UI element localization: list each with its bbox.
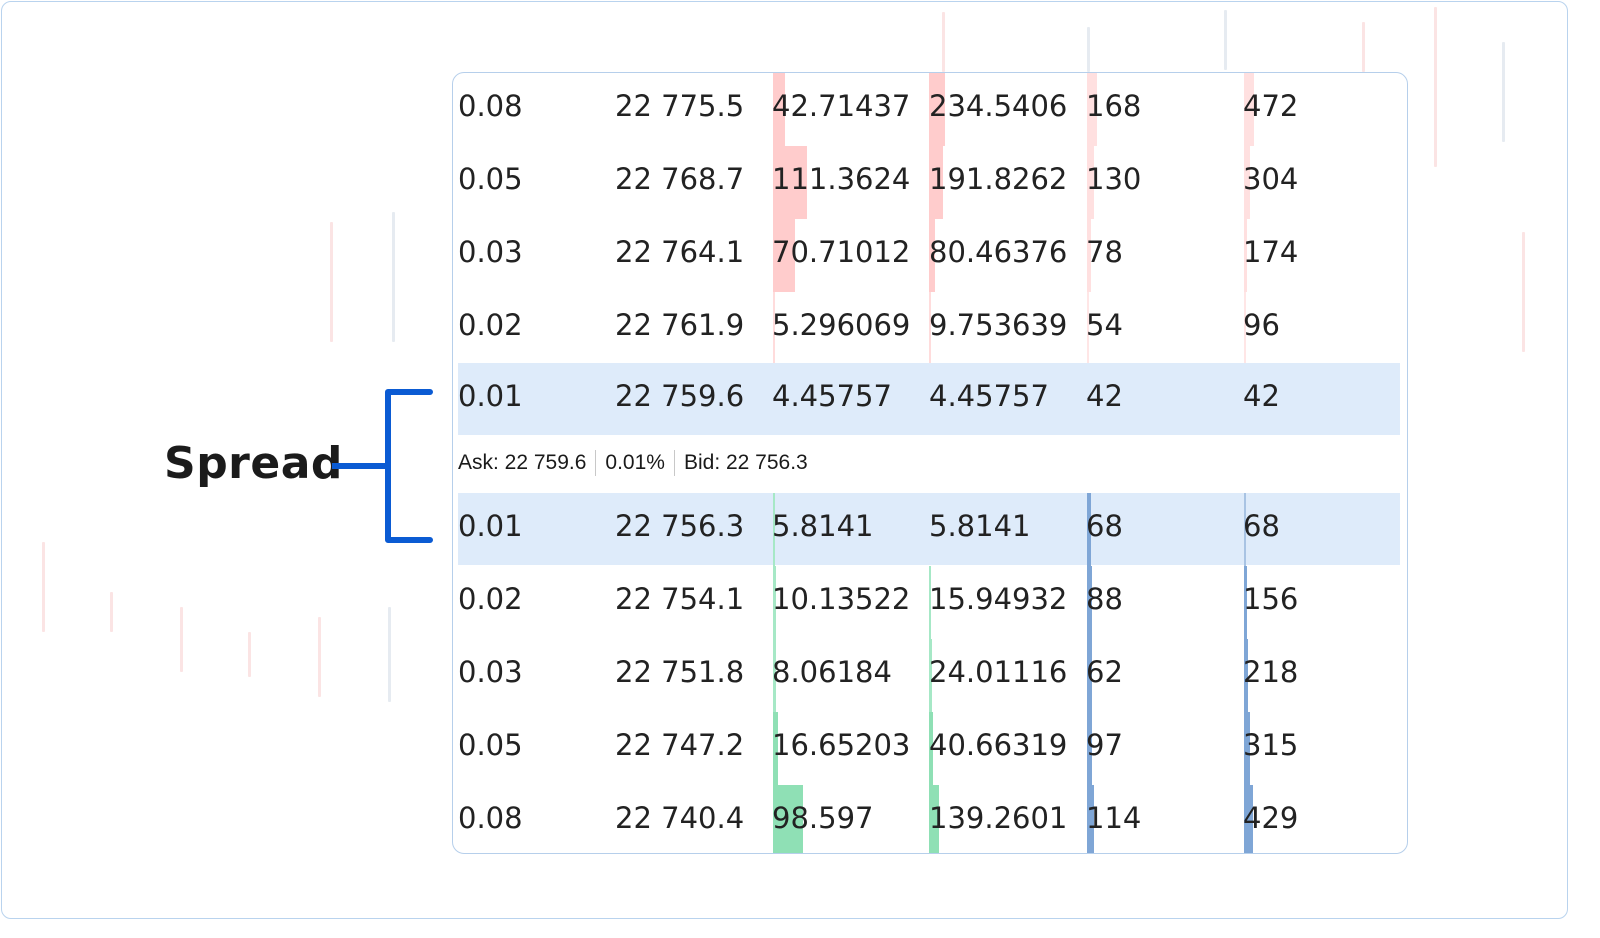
cell-spread-pct: 0.03 <box>458 655 523 689</box>
cell-total: 191.8262 <box>929 162 1068 196</box>
cell-total-count: 174 <box>1243 235 1299 269</box>
divider <box>673 450 675 476</box>
cell-total: 139.2601 <box>929 801 1068 835</box>
cell-count: 68 <box>1086 509 1123 543</box>
cell-count: 97 <box>1086 728 1123 762</box>
cell-spread-pct: 0.02 <box>458 582 523 616</box>
cell-total: 234.5406 <box>929 89 1068 123</box>
cell-spread-pct: 0.08 <box>458 89 523 123</box>
order-book-row-ask[interactable]: 0.08 22 775.5 42.71437 234.5406 168 472 <box>458 73 1400 146</box>
cell-size: 5.8141 <box>772 509 874 543</box>
cell-count: 42 <box>1086 379 1123 413</box>
cell-price: 22 756.3 <box>615 509 745 543</box>
cell-total-count: 96 <box>1243 308 1280 342</box>
order-book-row-ask[interactable]: 0.03 22 764.1 70.71012 80.46376 78 174 <box>458 219 1400 292</box>
cell-price: 22 761.9 <box>615 308 745 342</box>
cell-spread-pct: 0.05 <box>458 162 523 196</box>
cell-total: 9.753639 <box>929 308 1068 342</box>
order-book-row-ask[interactable]: 0.02 22 761.9 5.296069 9.753639 54 96 <box>458 292 1400 365</box>
cell-total-count: 315 <box>1243 728 1299 762</box>
order-book-row-best-ask[interactable]: 0.01 22 759.6 4.45757 4.45757 42 42 <box>458 363 1400 435</box>
cell-total: 40.66319 <box>929 728 1068 762</box>
cell-size: 111.3624 <box>772 162 911 196</box>
cell-size: 10.13522 <box>772 582 911 616</box>
cell-total-count: 68 <box>1243 509 1280 543</box>
cell-total-count: 304 <box>1243 162 1299 196</box>
cell-total-count: 218 <box>1243 655 1299 689</box>
cell-spread-pct: 0.02 <box>458 308 523 342</box>
cell-total: 15.94932 <box>929 582 1068 616</box>
cell-size: 98.597 <box>772 801 874 835</box>
cell-total-count: 156 <box>1243 582 1299 616</box>
cell-size: 8.06184 <box>772 655 892 689</box>
order-book: 0.08 22 775.5 42.71437 234.5406 168 472 … <box>452 72 1408 854</box>
cell-total-count: 472 <box>1243 89 1299 123</box>
cell-spread-pct: 0.08 <box>458 801 523 835</box>
order-book-row-best-bid[interactable]: 0.01 22 756.3 5.8141 5.8141 68 68 <box>458 493 1400 566</box>
cell-count: 88 <box>1086 582 1123 616</box>
order-book-row-bid[interactable]: 0.03 22 751.8 8.06184 24.01116 62 218 <box>458 639 1400 712</box>
cell-count: 54 <box>1086 308 1123 342</box>
cell-size: 42.71437 <box>772 89 911 123</box>
spread-info-bar: Ask: 22 759.6 0.01% Bid: 22 756.3 <box>458 435 808 491</box>
cell-spread-pct: 0.01 <box>458 379 523 413</box>
cell-size: 4.45757 <box>772 379 892 413</box>
cell-count: 130 <box>1086 162 1142 196</box>
cell-total-count: 42 <box>1243 379 1280 413</box>
cell-price: 22 775.5 <box>615 89 745 123</box>
cell-count: 114 <box>1086 801 1142 835</box>
cell-price: 22 747.2 <box>615 728 745 762</box>
cell-total: 4.45757 <box>929 379 1049 413</box>
cell-total: 80.46376 <box>929 235 1068 269</box>
cell-price: 22 740.4 <box>615 801 745 835</box>
cell-price: 22 759.6 <box>615 379 745 413</box>
order-book-row-bid[interactable]: 0.05 22 747.2 16.65203 40.66319 97 315 <box>458 712 1400 785</box>
order-book-row-bid[interactable]: 0.08 22 740.4 98.597 139.2601 114 429 <box>458 785 1400 853</box>
spread-annotation-label: Spread <box>164 438 343 489</box>
cell-spread-pct: 0.05 <box>458 728 523 762</box>
cell-size: 16.65203 <box>772 728 911 762</box>
spread-percent: 0.01% <box>605 451 665 474</box>
spread-bracket-icon <box>332 389 433 543</box>
cell-total: 24.01116 <box>929 655 1068 689</box>
cell-spread-pct: 0.03 <box>458 235 523 269</box>
cell-price: 22 768.7 <box>615 162 745 196</box>
divider <box>595 450 597 476</box>
cell-total-count: 429 <box>1243 801 1299 835</box>
order-book-row-bid[interactable]: 0.02 22 754.1 10.13522 15.94932 88 156 <box>458 566 1400 639</box>
screenshot-frame: Spread 0.08 22 775.5 42.71437 234.5406 1… <box>1 1 1568 919</box>
spread-bid-price: Bid: 22 756.3 <box>683 451 808 474</box>
cell-size: 5.296069 <box>772 308 911 342</box>
cell-price: 22 751.8 <box>615 655 745 689</box>
cell-count: 78 <box>1086 235 1123 269</box>
spread-ask-price: Ask: 22 759.6 <box>458 451 587 474</box>
cell-total: 5.8141 <box>929 509 1031 543</box>
cell-price: 22 764.1 <box>615 235 745 269</box>
cell-spread-pct: 0.01 <box>458 509 523 543</box>
order-book-row-ask[interactable]: 0.05 22 768.7 111.3624 191.8262 130 304 <box>458 146 1400 219</box>
cell-count: 168 <box>1086 89 1142 123</box>
cell-count: 62 <box>1086 655 1123 689</box>
cell-size: 70.71012 <box>772 235 911 269</box>
cell-price: 22 754.1 <box>615 582 745 616</box>
